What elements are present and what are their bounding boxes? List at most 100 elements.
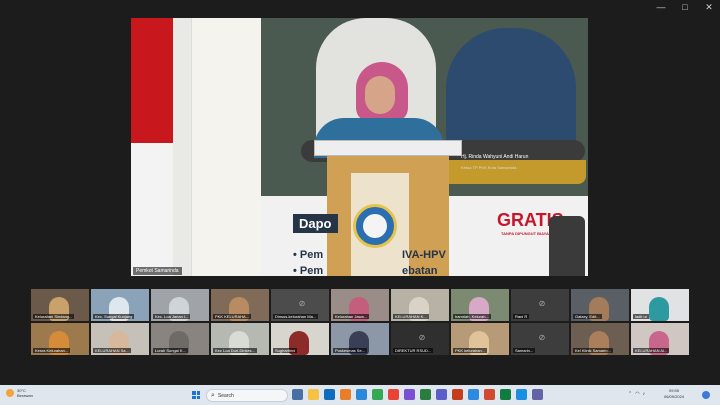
chevron-up-icon[interactable]: ⌃ <box>628 391 632 397</box>
participant-name: Kesra Kelurahan... <box>33 348 71 353</box>
participant-name: Lurah Sungai K... <box>153 348 188 353</box>
pillar <box>191 18 261 276</box>
participant-name: KELURAHAN Ai... <box>633 348 670 353</box>
participant-tile[interactable]: Puskesmas Se... <box>330 322 390 356</box>
taskbar-app-icon[interactable] <box>516 389 527 400</box>
taskbar-app-icon[interactable] <box>484 389 495 400</box>
search-icon: ⌕ <box>211 391 215 399</box>
banner-heading: Dapo <box>293 214 338 233</box>
taskbar-search[interactable]: ⌕ Search <box>206 389 288 402</box>
speaker-name-label: Pemkot Samarinda <box>133 267 182 275</box>
banner-line-1b: IVA-HPV <box>402 249 446 261</box>
banner-portrait-2 <box>446 28 576 158</box>
participant-name: ladit ur <box>633 314 650 319</box>
participant-tile[interactable]: Lurah Sungai K... <box>150 322 210 356</box>
participant-tile[interactable]: Kec Loa Duri-Dinkes... <box>210 322 270 356</box>
weather-condition: Berawan <box>17 393 33 398</box>
participant-tile[interactable]: ⊘ DIREKTUR RSUD... <box>390 322 450 356</box>
participant-name: KELURAHAN Sa... <box>93 348 131 353</box>
taskbar-app-icon[interactable] <box>324 389 335 400</box>
taskbar-app-icon[interactable] <box>532 389 543 400</box>
notification-icon[interactable] <box>702 391 710 399</box>
maximize-button[interactable]: □ <box>680 2 690 13</box>
participant-name: Kec. Loa Janan I... <box>153 314 191 319</box>
participant-tile[interactable]: hamriah, Kelurah... <box>450 288 510 322</box>
participant-name: PKK kelurahan... <box>453 348 488 353</box>
participant-name: DIREKTUR RSUD... <box>393 348 434 353</box>
taskbar-app-icon[interactable] <box>356 389 367 400</box>
speaker-video[interactable]: Hj. Rinda Wahyuni Andi Harun Ketua TP PK… <box>131 18 588 276</box>
taskbar-app-icon[interactable] <box>388 389 399 400</box>
participant-tile[interactable]: ladit ur <box>630 288 690 322</box>
camera-off-icon: ⊘ <box>538 299 546 308</box>
participant-name: Kec. Sungai Kunjang <box>93 314 135 319</box>
participant-tile[interactable]: KELURAHAN K... <box>390 288 450 322</box>
participant-figure <box>649 297 669 321</box>
taskbar-app-icon[interactable] <box>340 389 351 400</box>
taskbar-app-icon[interactable] <box>372 389 383 400</box>
participant-tile[interactable]: Kelurahan Sindang... <box>30 288 90 322</box>
participant-name: Samarin... <box>513 348 536 353</box>
participant-name: Rani R <box>513 314 530 319</box>
flag-white <box>131 143 173 276</box>
taskbar-app-icon[interactable] <box>452 389 463 400</box>
participant-name: Kec Loa Duri-Dinkes... <box>213 348 258 353</box>
participant-tile[interactable]: ⊘ Rani R <box>510 288 570 322</box>
taskbar-app-icon[interactable] <box>292 389 303 400</box>
close-button[interactable]: ✕ <box>704 2 714 13</box>
participant-name: PKK KELURAHA... <box>213 314 252 319</box>
flag-red <box>131 18 173 143</box>
participant-tile[interactable]: ⊘ Dinsos-kelurahan Ma... <box>270 288 330 322</box>
taskbar-app-icon[interactable] <box>436 389 447 400</box>
wifi-icon[interactable]: ◠ <box>635 391 639 397</box>
weather-widget[interactable]: 30°C Berawan <box>6 388 33 398</box>
banner-caption-sub: Ketua TP PKK Kota Samarinda <box>461 165 517 170</box>
search-placeholder: Search <box>217 392 234 399</box>
clock[interactable]: 09:55 06/09/2024 <box>664 388 684 400</box>
participant-name: Kel Klinik Samarin... <box>573 348 613 353</box>
taskbar-app-icon[interactable] <box>404 389 415 400</box>
participant-tile[interactable]: ⊘ Samarin... <box>510 322 570 356</box>
taskbar-apps <box>292 389 543 400</box>
taskbar-app-icon[interactable] <box>420 389 431 400</box>
participant-tile[interactable]: Kesra Kelurahan... <box>30 322 90 356</box>
start-icon[interactable] <box>192 391 200 399</box>
taskbar-app-icon[interactable] <box>308 389 319 400</box>
banner-line-2a: • Pem <box>293 265 324 276</box>
participant-name: Kelurahan Sindang... <box>33 314 75 319</box>
participant-tile[interactable]: KELURAHAN Ai... <box>630 322 690 356</box>
weather-icon <box>6 389 14 397</box>
banner-line-2b: ebatan <box>402 265 438 276</box>
participant-name: hamriah, Kelurah... <box>453 314 491 319</box>
participant-tile[interactable]: PKK KELURAHA... <box>210 288 270 322</box>
participant-tile[interactable]: Kec. Sungai Kunjang <box>90 288 150 322</box>
banner-line-1a: • Pem <box>293 249 324 261</box>
participant-name: KELURAHAN K... <box>393 314 429 319</box>
window-controls: — □ ✕ <box>656 2 714 13</box>
banner-caption: Hj. Rinda Wahyuni Andi Harun <box>461 154 529 160</box>
participant-name: Kelurahan Jawa... <box>333 314 370 319</box>
taskbar-app-icon[interactable] <box>500 389 511 400</box>
clock-date: 06/09/2024 <box>664 394 685 399</box>
participant-tile[interactable]: Kec. Loa Janan I... <box>150 288 210 322</box>
banner-gratis-sub: TANPA DIPUNGUT BIAYA <box>501 231 549 236</box>
participant-tile[interactable]: Kelurahan Jawa... <box>330 288 390 322</box>
participant-tile[interactable]: Sugharthini <box>270 322 330 356</box>
participant-gallery: Kelurahan Sindang... Kec. Sungai Kunjang K… <box>30 288 690 356</box>
camera-off-icon: ⊘ <box>538 333 546 342</box>
podium-top <box>314 140 462 156</box>
participant-tile[interactable]: Kel Klinik Samarin... <box>570 322 630 356</box>
camera-off-icon: ⊘ <box>418 333 426 342</box>
chair <box>549 216 585 276</box>
participant-name: Galaxy, Edit... <box>573 314 602 319</box>
system-tray[interactable]: ⌃ ◠ ♪ <box>628 391 645 397</box>
participant-name: Sugharthini <box>273 348 298 353</box>
speaker-icon[interactable]: ♪ <box>643 391 646 397</box>
taskbar-app-icon[interactable] <box>468 389 479 400</box>
participant-tile[interactable]: PKK kelurahan... <box>450 322 510 356</box>
minimize-button[interactable]: — <box>656 2 666 13</box>
speaker-face <box>365 76 395 114</box>
participant-tile[interactable]: Galaxy, Edit... <box>570 288 630 322</box>
participant-tile[interactable]: KELURAHAN Sa... <box>90 322 150 356</box>
participant-name: Puskesmas Se... <box>333 348 368 353</box>
